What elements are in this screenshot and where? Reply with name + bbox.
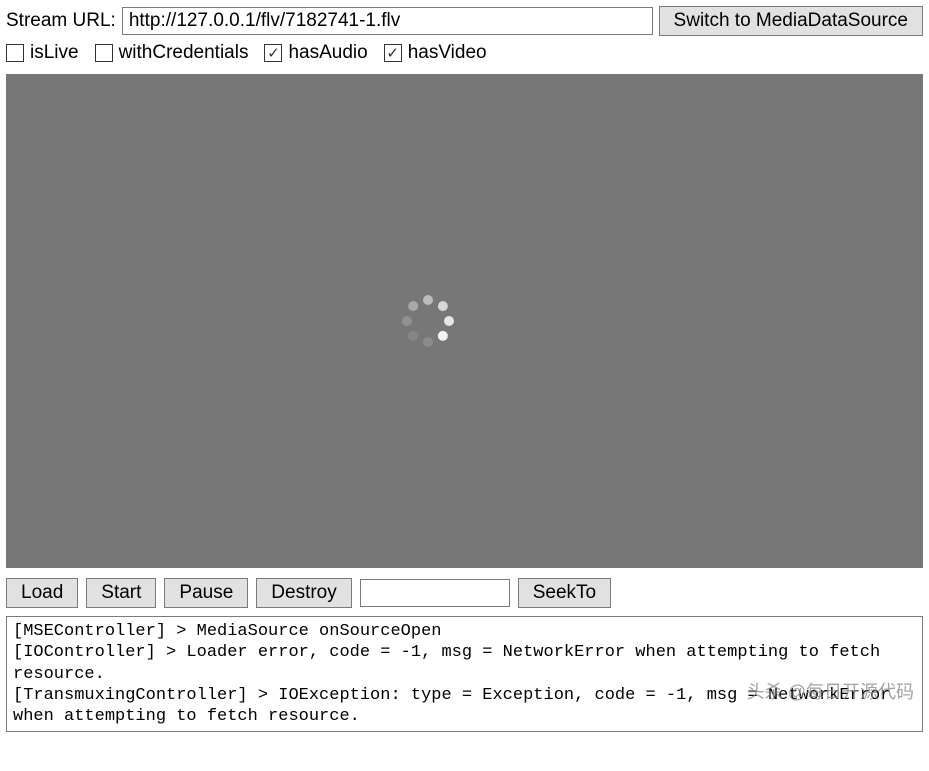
stream-url-label: Stream URL: bbox=[6, 10, 116, 32]
log-line: [MSEController] > MediaSource onSourceOp… bbox=[13, 622, 441, 641]
start-button[interactable]: Start bbox=[86, 578, 156, 608]
withcredentials-label: withCredentials bbox=[119, 42, 249, 64]
withcredentials-checkbox[interactable] bbox=[95, 44, 113, 62]
controls-row: Load Start Pause Destroy SeekTo bbox=[6, 578, 923, 608]
islive-checkbox[interactable] bbox=[6, 44, 24, 62]
switch-datasource-button[interactable]: Switch to MediaDataSource bbox=[659, 6, 923, 36]
log-line: [TransmuxingController] > IOException: t… bbox=[13, 686, 901, 726]
hasvideo-label: hasVideo bbox=[408, 42, 487, 64]
hasaudio-checkbox[interactable]: ✓ bbox=[264, 44, 282, 62]
hasvideo-checkbox[interactable]: ✓ bbox=[384, 44, 402, 62]
log-line: [IOController] > Loader error, code = -1… bbox=[13, 643, 890, 683]
destroy-button[interactable]: Destroy bbox=[256, 578, 351, 608]
seekto-button[interactable]: SeekTo bbox=[518, 578, 611, 608]
video-player[interactable] bbox=[6, 74, 923, 568]
url-row: Stream URL: Switch to MediaDataSource bbox=[6, 6, 923, 36]
load-button[interactable]: Load bbox=[6, 578, 78, 608]
log-output: [MSEController] > MediaSource onSourceOp… bbox=[6, 616, 923, 732]
islive-label: isLive bbox=[30, 42, 79, 64]
stream-url-input[interactable] bbox=[122, 7, 653, 35]
options-row: isLive withCredentials ✓ hasAudio ✓ hasV… bbox=[6, 42, 923, 64]
seek-input[interactable] bbox=[360, 579, 510, 607]
loading-spinner-icon bbox=[400, 293, 456, 349]
hasaudio-label: hasAudio bbox=[288, 42, 367, 64]
pause-button[interactable]: Pause bbox=[164, 578, 248, 608]
